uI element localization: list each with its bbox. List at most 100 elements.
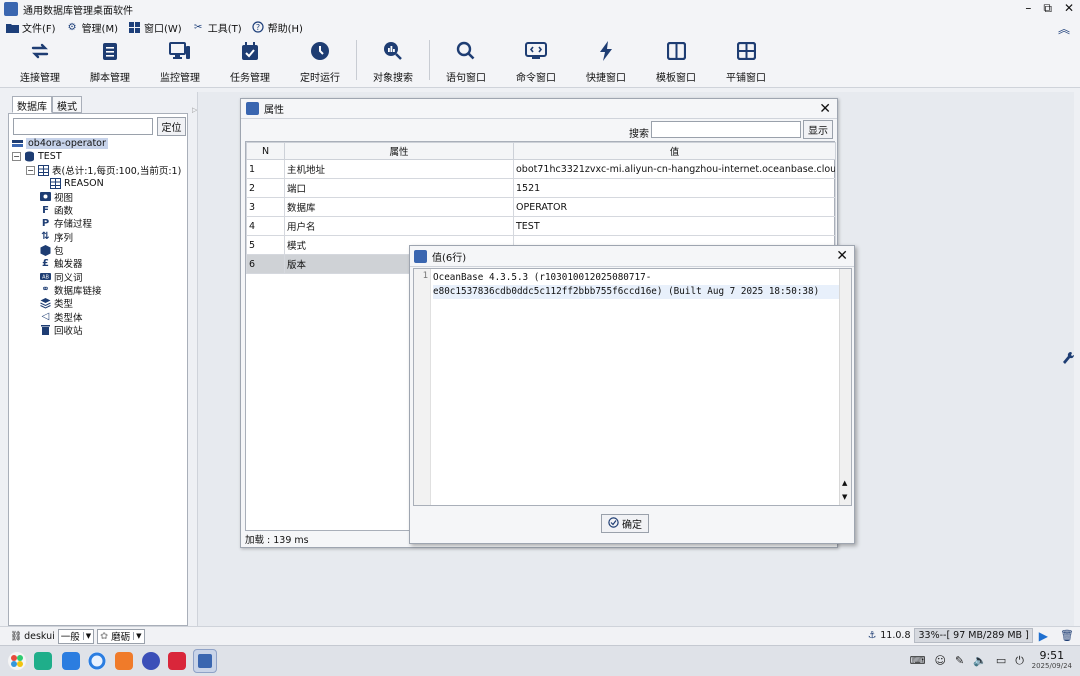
cell-n[interactable]: 2 xyxy=(246,178,285,198)
terminal-app-icon[interactable] xyxy=(34,652,52,670)
column-header-value[interactable]: 值 xyxy=(513,142,836,160)
tree-node[interactable]: ⇅ 序列 xyxy=(9,230,187,244)
ok-button[interactable]: 确定 xyxy=(601,514,649,533)
timed-run-button[interactable]: 定时运行 xyxy=(285,36,355,86)
show-button[interactable]: 显示 xyxy=(803,120,833,139)
command-window-button[interactable]: 命令窗口 xyxy=(501,36,571,86)
connect-manage-button[interactable]: 连接管理 xyxy=(5,36,75,86)
sql-window-button[interactable]: 语句窗口 xyxy=(431,36,501,86)
menu-help[interactable]: ? 帮助(H) xyxy=(252,20,303,35)
db-tool-app-icon[interactable] xyxy=(193,649,217,673)
menu-manage[interactable]: ⚙ 管理(M) xyxy=(66,20,118,35)
column-header-n[interactable]: N xyxy=(246,142,285,160)
table-row[interactable]: 4 用户名 TEST xyxy=(246,216,836,236)
tree-node[interactable]: 回收站 xyxy=(9,323,187,337)
tree-node[interactable]: − 表(总计:1,每页:100,当前页:1) xyxy=(9,164,187,177)
quick-window-button[interactable]: 快捷窗口 xyxy=(571,36,641,86)
tree-node-label: 包 xyxy=(54,246,64,258)
close-icon[interactable]: ✕ xyxy=(836,248,848,264)
sql-window-icon xyxy=(455,40,477,62)
tree-node[interactable]: 类型 xyxy=(9,297,187,310)
cell-property[interactable]: 用户名 xyxy=(284,216,514,236)
tree-node[interactable]: AB 同义词 xyxy=(9,270,187,284)
tree-node[interactable]: ◁ 类型体 xyxy=(9,310,187,324)
tree-collapse-toggle[interactable]: − xyxy=(12,152,21,162)
maximize-button[interactable]: ⧉ xyxy=(1043,1,1052,16)
tree-node[interactable]: REASON xyxy=(9,177,187,190)
tree-node[interactable]: ⚭ 数据库链接 xyxy=(9,283,187,297)
presentation-app-icon[interactable] xyxy=(168,652,186,670)
menu-tools[interactable]: ✂ 工具(T) xyxy=(192,20,242,35)
clock[interactable]: 9:51 2025/09/24 xyxy=(1032,649,1072,670)
browser-app-icon[interactable] xyxy=(88,652,106,670)
app-logo-icon xyxy=(246,102,259,115)
value-text[interactable]: OceanBase 4.3.5.3 (r103010012025080717- … xyxy=(433,271,839,299)
assistant-icon[interactable]: ☺ xyxy=(935,654,946,668)
store-app-icon[interactable] xyxy=(62,652,80,670)
tree-node[interactable]: F 函数 xyxy=(9,203,187,218)
task-manage-button[interactable]: 任务管理 xyxy=(215,36,285,86)
files-app-icon[interactable] xyxy=(115,652,133,670)
monitor-manage-button[interactable]: 监控管理 xyxy=(145,36,215,86)
cell-value[interactable]: OPERATOR xyxy=(513,197,836,217)
table-row[interactable]: 3 数据库 OPERATOR xyxy=(246,197,836,217)
table-row[interactable]: 1 主机地址 obot71hc3321zvxc-mi.aliyun-cn-hangz… xyxy=(246,159,836,179)
locate-button[interactable]: 定位 xyxy=(157,117,186,136)
cell-property[interactable]: 主机地址 xyxy=(284,159,514,179)
play-icon[interactable]: ▶ xyxy=(1039,629,1048,643)
cell-n[interactable]: 6 xyxy=(246,254,285,274)
vertical-scrollbar[interactable]: ▲ ▼ xyxy=(839,269,851,505)
cell-property[interactable]: 端口 xyxy=(284,178,514,198)
tree-node[interactable]: P 存储过程 xyxy=(9,217,187,231)
collapse-toolbar-icon[interactable]: ︽ xyxy=(1058,20,1070,37)
menu-file[interactable]: 文件(F) xyxy=(6,20,56,35)
chevron-down-icon: ▼ xyxy=(82,632,91,640)
tree-node[interactable]: 包 xyxy=(9,243,187,258)
locate-input[interactable] xyxy=(13,118,153,135)
script-manage-button[interactable]: 脚本管理 xyxy=(75,36,145,86)
minimize-button[interactable]: – xyxy=(1025,1,1031,16)
trash-icon[interactable]: 🗑 xyxy=(1060,629,1074,642)
keyboard-icon[interactable]: ⌨ xyxy=(910,654,926,668)
tree-node[interactable]: £ 触发器 xyxy=(9,257,187,271)
cell-n[interactable]: 3 xyxy=(246,197,285,217)
tile-window-button[interactable]: 平铺窗口 xyxy=(711,36,781,86)
search-input[interactable] xyxy=(651,121,801,138)
tree-node[interactable]: 视图 xyxy=(9,190,187,204)
pen-icon[interactable]: ✎ xyxy=(955,654,964,668)
menu-window[interactable]: 窗口(W) xyxy=(128,20,182,35)
command-window-icon xyxy=(525,40,547,62)
cell-property[interactable]: 数据库 xyxy=(284,197,514,217)
mode-select[interactable]: 一般 ▼ xyxy=(57,628,95,644)
tree-node-label: TEST xyxy=(38,151,62,163)
settings-app-icon[interactable] xyxy=(142,652,160,670)
wrench-icon[interactable] xyxy=(1062,351,1075,368)
tree-collapse-toggle[interactable]: − xyxy=(26,165,35,175)
skin-select[interactable]: ✿ 磨砺 ▼ xyxy=(97,628,145,644)
tab-schema[interactable]: 模式 xyxy=(52,96,82,113)
close-icon[interactable]: ✕ xyxy=(819,101,831,117)
tab-database[interactable]: 数据库 xyxy=(12,96,52,113)
scroll-down-icon[interactable]: ▼ xyxy=(842,493,847,501)
template-window-button[interactable]: 模板窗口 xyxy=(641,36,711,86)
column-header-property[interactable]: 属性 xyxy=(284,142,514,160)
cell-n[interactable]: 1 xyxy=(246,159,285,179)
network-icon[interactable]: ▭ xyxy=(996,654,1006,668)
cell-value[interactable]: 1521 xyxy=(513,178,836,198)
connection-icon xyxy=(12,138,23,149)
object-search-button[interactable]: 对象搜索 xyxy=(358,36,428,86)
value-editor[interactable]: 1 OceanBase 4.3.5.3 (r103010012025080717… xyxy=(413,268,852,506)
close-button[interactable]: ✕ xyxy=(1064,1,1074,16)
tree-node[interactable]: ob4ora-operator xyxy=(9,137,187,150)
volume-icon[interactable]: 🔈 xyxy=(973,654,987,668)
tree-node[interactable]: − TEST xyxy=(9,150,187,163)
power-icon[interactable]: ⏻ xyxy=(1015,654,1024,668)
cell-n[interactable]: 5 xyxy=(246,235,285,255)
cell-value[interactable]: TEST xyxy=(513,216,836,236)
svg-text:AB: AB xyxy=(42,275,49,281)
start-menu-icon[interactable] xyxy=(8,652,26,670)
scroll-up-icon[interactable]: ▲ xyxy=(842,479,847,487)
table-row[interactable]: 2 端口 1521 xyxy=(246,178,836,198)
cell-n[interactable]: 4 xyxy=(246,216,285,236)
cell-value[interactable]: obot71hc3321zvxc-mi.aliyun-cn-hangzhou-i… xyxy=(513,159,836,179)
